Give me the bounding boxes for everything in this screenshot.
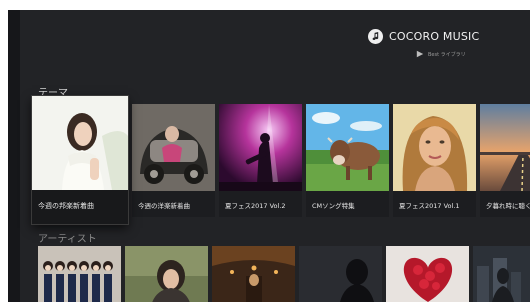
theme-tile-label-2: 夏フェス2017 Vol.2 (219, 191, 302, 217)
tv-screen: COCORO MUSIC Best ライブラリ テーマ 今週の邦楽新着曲 今週の… (8, 10, 530, 302)
artist-tile-2[interactable] (212, 246, 295, 302)
theme-tile-0[interactable]: 今週の邦楽新着曲 (31, 95, 129, 225)
city-night-thumbnail (473, 246, 530, 302)
singer-portrait-thumbnail (32, 96, 128, 190)
theme-tile-label-5: 夕暮れ時に聴く (480, 191, 530, 217)
artist-tile-0[interactable] (38, 246, 121, 302)
theme-tile-5[interactable]: 夕暮れ時に聴く (480, 104, 530, 217)
screen-bezel (8, 10, 20, 302)
artist-tile-4[interactable] (386, 246, 469, 302)
singer-outdoor-thumbnail (125, 246, 208, 302)
theme-tile-2[interactable]: 夏フェス2017 Vol.2 (219, 104, 302, 217)
section-title-artist: アーティスト (38, 234, 97, 245)
vintage-car-thumbnail (132, 104, 215, 191)
woman-portrait-thumbnail (393, 104, 476, 191)
brand-sub-label: Best ライブラリ (428, 51, 466, 58)
theme-tile-1[interactable]: 今週の洋楽新着曲 (132, 104, 215, 217)
theme-tile-4[interactable]: 夏フェス2017 Vol.1 (393, 104, 476, 217)
theme-tile-3[interactable]: CMソング特集 (306, 104, 389, 217)
girl-group-thumbnail (38, 246, 121, 302)
silhouette-thumbnail (299, 246, 382, 302)
theme-tile-label-3: CMソング特集 (306, 191, 389, 217)
artist-tile-1[interactable] (125, 246, 208, 302)
sunset-road-thumbnail (480, 104, 530, 191)
theme-tile-label-0: 今週の邦楽新着曲 (32, 190, 128, 224)
artist-tile-5[interactable] (473, 246, 530, 302)
theme-tile-label-1: 今週の洋楽新着曲 (132, 191, 215, 217)
play-triangle-icon (416, 50, 424, 58)
music-note-icon (368, 29, 383, 44)
artist-tile-3[interactable] (299, 246, 382, 302)
brand-logo-area: COCORO MUSIC Best ライブラリ (368, 29, 488, 65)
concert-hall-thumbnail (212, 246, 295, 302)
cows-field-thumbnail (306, 104, 389, 191)
app-title: COCORO MUSIC (389, 30, 480, 43)
hearts-thumbnail (386, 246, 469, 302)
concert-stage-thumbnail (219, 104, 302, 191)
theme-tile-label-4: 夏フェス2017 Vol.1 (393, 191, 476, 217)
